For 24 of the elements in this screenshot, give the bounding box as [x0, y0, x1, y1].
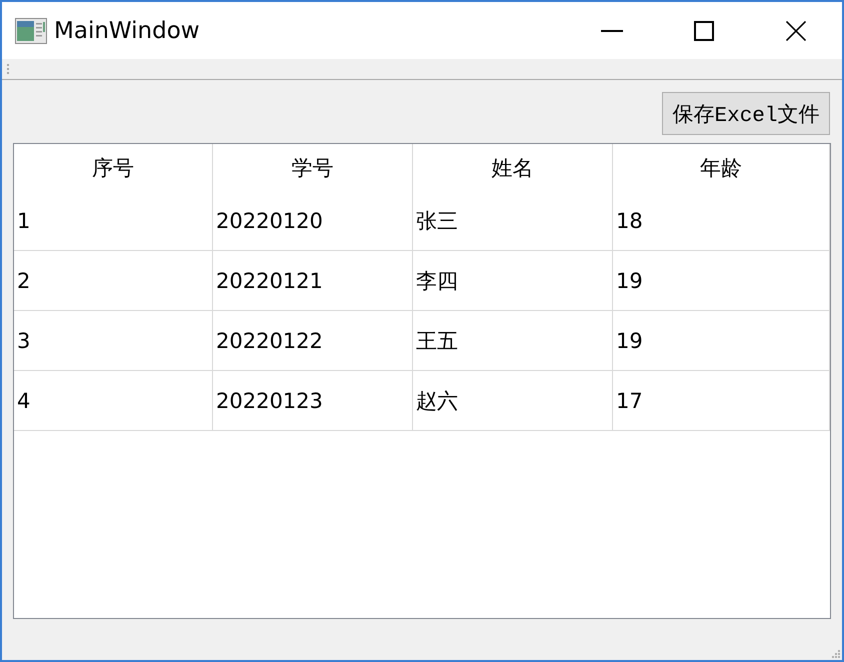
- application-window-icon: [15, 18, 47, 44]
- save-excel-button[interactable]: 保存Excel文件: [662, 92, 830, 135]
- size-grip-icon[interactable]: [832, 650, 840, 658]
- table-cell: 4: [14, 371, 213, 431]
- table-cell: 18: [613, 191, 830, 251]
- table-cell: 20220121: [213, 251, 413, 311]
- table-cell: 3: [14, 311, 213, 371]
- minimize-icon: [601, 30, 623, 32]
- table-cell: 20220123: [213, 371, 413, 431]
- table-cell: 19: [613, 311, 830, 371]
- table-cell: 赵六: [413, 371, 613, 431]
- table-cell: 20220122: [213, 311, 413, 371]
- table-cell: 17: [613, 371, 830, 431]
- close-icon: [786, 20, 806, 40]
- table-cell: 张三: [413, 191, 613, 251]
- maximize-icon: [694, 20, 714, 40]
- table-cell: 20220120: [213, 191, 413, 251]
- table-cell: 李四: [413, 251, 613, 311]
- toolbar-handle-icon[interactable]: [7, 64, 9, 74]
- table-cell: 王五: [413, 311, 613, 371]
- table-cell: 1: [14, 191, 213, 251]
- window-title: MainWindow: [54, 18, 200, 44]
- table-cell: 2: [14, 251, 213, 311]
- table-cell: 19: [613, 251, 830, 311]
